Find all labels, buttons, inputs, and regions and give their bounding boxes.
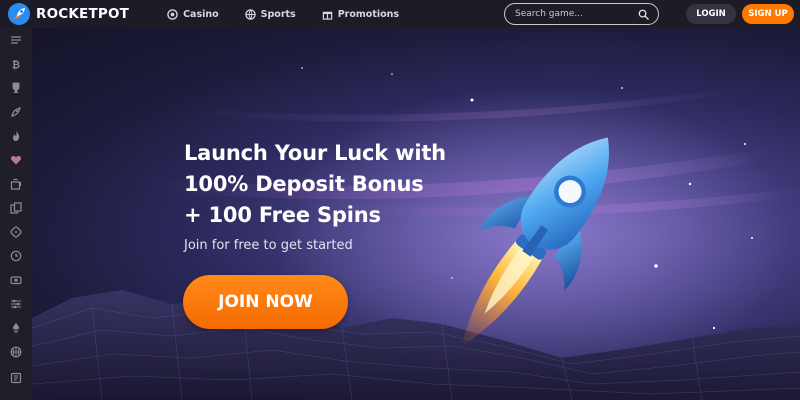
sidebar-item-cards[interactable] [8,200,24,216]
nav-casino[interactable]: Casino [167,9,219,20]
sidebar: ₿ [0,28,32,400]
sidebar-item-trophy[interactable] [8,80,24,96]
sidebar-item-ethereum[interactable] [8,320,24,336]
hero-headline-line-2: 100% Deposit Bonus [184,172,424,196]
sliders-icon [11,299,21,309]
menu-icon [11,36,21,44]
join-now-button[interactable]: JOIN NOW [183,275,348,329]
basketball-icon [10,346,22,358]
top-header: ROCKETPOT Casino Sports Promotions Searc… [0,0,800,28]
rocket-logo-icon [8,3,30,25]
heart-icon [10,155,22,165]
hero-headline-line-1: Launch Your Luck with [184,141,446,165]
brand-logo[interactable]: ROCKETPOT [8,0,129,28]
nav-casino-label: Casino [183,8,219,20]
hero-banner: Launch Your Luck with 100% Deposit Bonus… [32,28,800,400]
slot-machine-icon [10,178,22,190]
sidebar-item-bitcoin[interactable]: ₿ [8,56,24,72]
nav-sports[interactable]: Sports [244,8,296,20]
clock-icon [10,250,22,262]
nav-promotions[interactable]: Promotions [322,9,399,20]
live-casino-icon [10,276,22,285]
ball-icon [244,8,256,20]
sidebar-item-recent[interactable] [8,248,24,264]
hero-headline-line-3: + 100 Free Spins [184,203,381,227]
rocket-icon [11,107,21,117]
dice-icon [10,226,22,238]
search-box [504,3,659,25]
casino-chip-icon [167,8,178,20]
sidebar-item-menu[interactable] [8,32,24,48]
bitcoin-icon: ₿ [12,59,20,70]
signup-button[interactable]: SIGN UP [742,4,794,24]
sidebar-item-dice[interactable] [8,224,24,240]
ethereum-icon [12,322,20,334]
gift-icon [322,11,332,20]
hero-subtitle: Join for free to get started [184,238,353,253]
search-input[interactable] [515,9,633,19]
nav-promotions-label: Promotions [337,8,400,20]
flame-icon [13,131,20,141]
sidebar-item-favorites[interactable] [8,152,24,168]
sidebar-item-slots[interactable] [8,176,24,192]
search-icon[interactable] [638,9,649,20]
sidebar-item-rocket[interactable] [8,104,24,120]
page: ROCKETPOT Casino Sports Promotions Searc… [0,0,800,400]
svg-text:₿: ₿ [12,59,20,70]
sidebar-item-filters[interactable] [8,296,24,312]
sidebar-item-basketball[interactable] [8,344,24,360]
main-nav: Casino Sports Promotions [167,0,425,28]
brand-name: ROCKETPOT [36,6,130,22]
sidebar-item-live-casino[interactable] [8,272,24,288]
sidebar-item-hot[interactable] [8,128,24,144]
sidebar-item-table-games[interactable] [8,370,24,386]
card-table-icon [10,372,22,384]
trophy-icon [12,82,20,93]
cards-icon [10,202,22,214]
hero-headline: Launch Your Luck with 100% Deposit Bonus… [184,138,446,231]
login-button[interactable]: LOGIN [686,4,736,24]
nav-sports-label: Sports [260,8,296,20]
